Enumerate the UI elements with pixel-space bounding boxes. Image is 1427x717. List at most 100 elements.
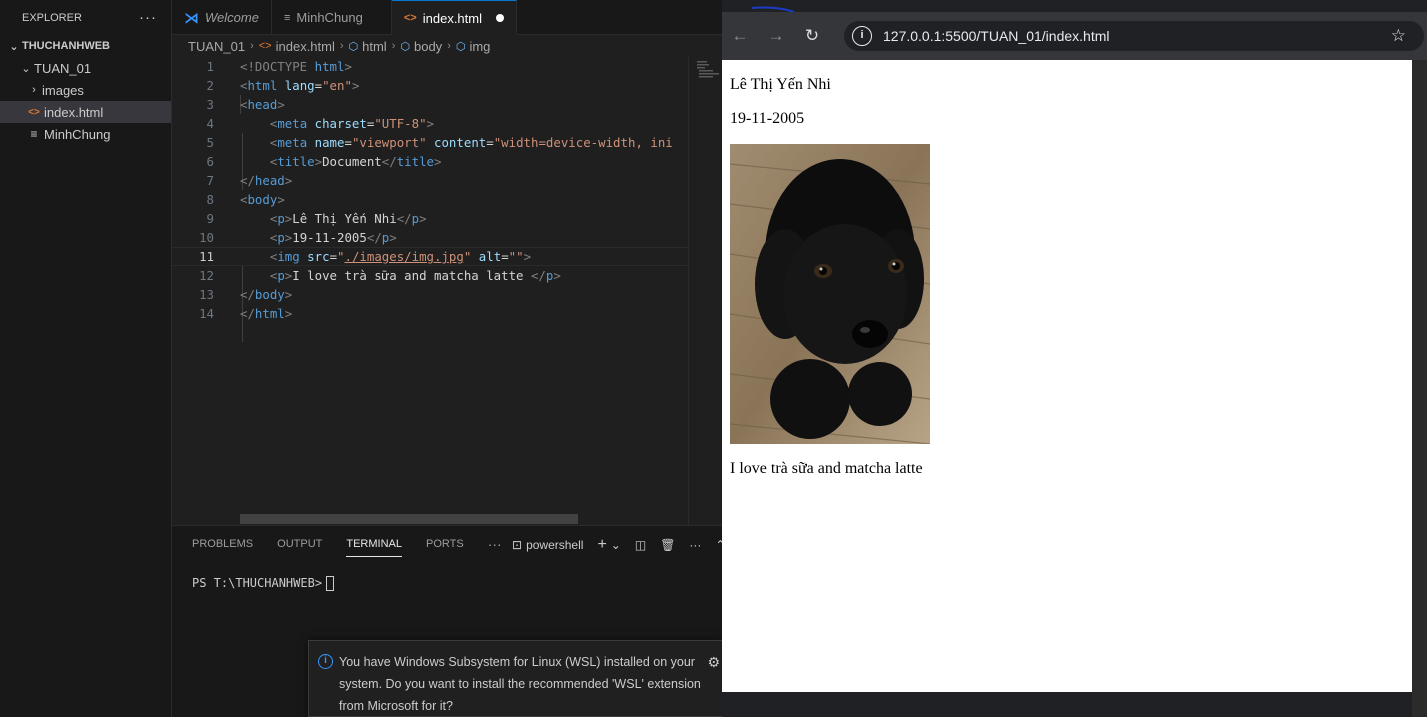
file-index-html[interactable]: <> index.html (0, 101, 171, 123)
line-number: 13 (199, 287, 214, 302)
code-line[interactable]: 9 <p>Lê Thị Yến Nhi</p> (172, 209, 688, 228)
code-token: "UTF-8" (374, 116, 427, 131)
breadcrumb-item[interactable]: html (362, 39, 387, 54)
code-line[interactable]: 8 <body> (172, 190, 688, 209)
info-icon: i (318, 654, 333, 669)
code-token: content (434, 135, 487, 150)
vscode-icon: ⋊ (184, 9, 199, 27)
html-icon: <> (403, 12, 417, 24)
tab-welcome[interactable]: ⋊ Welcome (172, 0, 272, 35)
explorer-header: EXPLORER ··· (0, 0, 171, 35)
horizontal-scrollbar[interactable] (240, 514, 578, 524)
minimap[interactable] (688, 57, 722, 525)
code-line[interactable]: 2 <html lang="en"> (172, 76, 688, 95)
trash-icon[interactable]: 🗑 (660, 538, 675, 552)
line-number: 1 (206, 59, 214, 74)
line-number: 7 (206, 173, 214, 188)
reload-icon[interactable]: ↻ (794, 26, 830, 46)
puppy-image (730, 144, 930, 444)
split-terminal-icon[interactable]: ◫ (635, 538, 646, 552)
minimap-preview (697, 61, 719, 78)
bookmark-star-icon[interactable]: ☆ (1391, 26, 1406, 46)
terminal-shell-label[interactable]: powershell (526, 538, 583, 552)
folder-tuan01[interactable]: ⌄ TUAN_01 (0, 57, 171, 79)
code-line[interactable]: 10 <p>19-11-2005</p> (172, 228, 688, 247)
terminal-cursor (326, 576, 335, 591)
explorer-title: EXPLORER (22, 11, 82, 24)
code-token: "viewport" (351, 135, 427, 150)
devtools-panel-edge[interactable] (1412, 60, 1427, 717)
code-link[interactable]: ./images/img.jpg (345, 249, 464, 264)
breadcrumb-item[interactable]: body (414, 39, 442, 54)
breadcrumb-item[interactable]: img (469, 39, 490, 54)
chevron-right-icon: › (32, 84, 36, 96)
gear-icon[interactable]: ⚙ (707, 651, 720, 673)
terminal-icon: ⊡ (512, 538, 523, 552)
back-arrow-icon[interactable]: ← (722, 26, 758, 46)
browser-toolbar: ← → ↻ i 127.0.0.1:5500/TUAN_01/index.htm… (722, 12, 1427, 60)
tab-label: index.html (422, 10, 482, 26)
browser-window: ← → ↻ i 127.0.0.1:5500/TUAN_01/index.htm… (722, 0, 1427, 717)
chevron-right-icon: › (391, 40, 396, 52)
breadcrumb-item[interactable]: index.html (276, 39, 335, 54)
chevron-down-icon[interactable]: ⌄ (611, 538, 621, 552)
workspace-label: THUCHANHWEB (22, 40, 110, 52)
new-terminal-button[interactable]: + (597, 536, 606, 554)
text-file-icon: ≡ (30, 127, 38, 141)
code-line[interactable]: 6 <title>Document</title> (172, 152, 688, 171)
notification-toast[interactable]: i You have Windows Subsystem for Linux (… (308, 640, 722, 717)
workspace-folder[interactable]: ⌄ THUCHANHWEB (0, 35, 171, 57)
code-line[interactable]: 3 <head> (172, 95, 688, 114)
file-label: MinhChung (44, 126, 111, 142)
code-editor[interactable]: 1 <!DOCTYPE html> 2 <html lang="en"> 3 <hea… (172, 57, 688, 525)
url-text[interactable]: 127.0.0.1:5500/TUAN_01/index.html (883, 28, 1109, 44)
code-token: Lê Thị Yến Nhi (292, 211, 397, 226)
code-token: alt (478, 249, 502, 264)
tab-minhchung[interactable]: ≡ MinhChung (272, 0, 392, 35)
breadcrumb-item[interactable]: TUAN_01 (188, 39, 245, 54)
tab-ports[interactable]: PORTS (426, 532, 464, 556)
address-bar[interactable]: i 127.0.0.1:5500/TUAN_01/index.html ☆ (844, 21, 1424, 51)
code-token: "" (508, 249, 524, 264)
code-line[interactable]: 4 <meta charset="UTF-8"> (172, 114, 688, 133)
line-number: 11 (199, 249, 214, 264)
folder-label: TUAN_01 (34, 60, 92, 76)
unsaved-dot-icon[interactable] (495, 14, 504, 22)
site-info-icon[interactable]: i (852, 26, 872, 46)
code-line-current[interactable]: 11 <img src="./images/img.jpg" alt=""> (172, 247, 688, 266)
folder-images[interactable]: › images (0, 79, 171, 101)
panel-actions: ⊡ powershell + ⌄ ◫ 🗑 ··· ⌃ (512, 536, 739, 554)
browser-bottom-bar (722, 692, 1412, 717)
explorer-sidebar: EXPLORER ··· ⌄ THUCHANHWEB ⌄ TUAN_01 › i… (0, 0, 172, 717)
element-icon: ⬡ (455, 40, 466, 53)
file-minhchung[interactable]: ≡ MinhChung (0, 123, 171, 145)
folder-label: images (42, 82, 84, 98)
element-icon: ⬡ (348, 40, 359, 53)
code-token: name (314, 135, 345, 150)
tab-edge-icon (751, 6, 795, 12)
code-line[interactable]: 12 <p>I love trà sữa and matcha latte </… (172, 266, 688, 285)
code-line[interactable]: 1 <!DOCTYPE html> (172, 57, 688, 76)
code-token: <!DOCTYPE (240, 59, 315, 74)
code-token: Document (322, 154, 382, 169)
code-line[interactable]: 13 </body> (172, 285, 688, 304)
line-number: 4 (206, 116, 214, 131)
browser-tabstrip (722, 0, 1427, 12)
code-line[interactable]: 7 </head> (172, 171, 688, 190)
code-line[interactable]: 5 <meta name="viewport" content="width=d… (172, 133, 688, 152)
more-actions-icon[interactable]: ··· (689, 538, 701, 552)
notification-message: You have Windows Subsystem for Linux (WS… (339, 655, 701, 713)
terminal[interactable]: PS T:\THUCHANHWEB> (172, 562, 722, 605)
tab-index-html[interactable]: <> index.html (391, 0, 517, 35)
line-number: 14 (199, 306, 214, 321)
forward-arrow-icon[interactable]: → (758, 26, 794, 46)
panel-more-button[interactable]: ··· (488, 530, 502, 558)
explorer-more-actions-button[interactable]: ··· (139, 9, 157, 26)
tab-output[interactable]: OUTPUT (277, 532, 322, 556)
tab-label: Welcome (205, 10, 259, 25)
tab-terminal[interactable]: TERMINAL (346, 532, 402, 557)
tab-problems[interactable]: PROBLEMS (192, 532, 253, 556)
code-token: html (314, 59, 345, 74)
code-line[interactable]: 14 </html> (172, 304, 688, 323)
line-number: 10 (199, 230, 214, 245)
